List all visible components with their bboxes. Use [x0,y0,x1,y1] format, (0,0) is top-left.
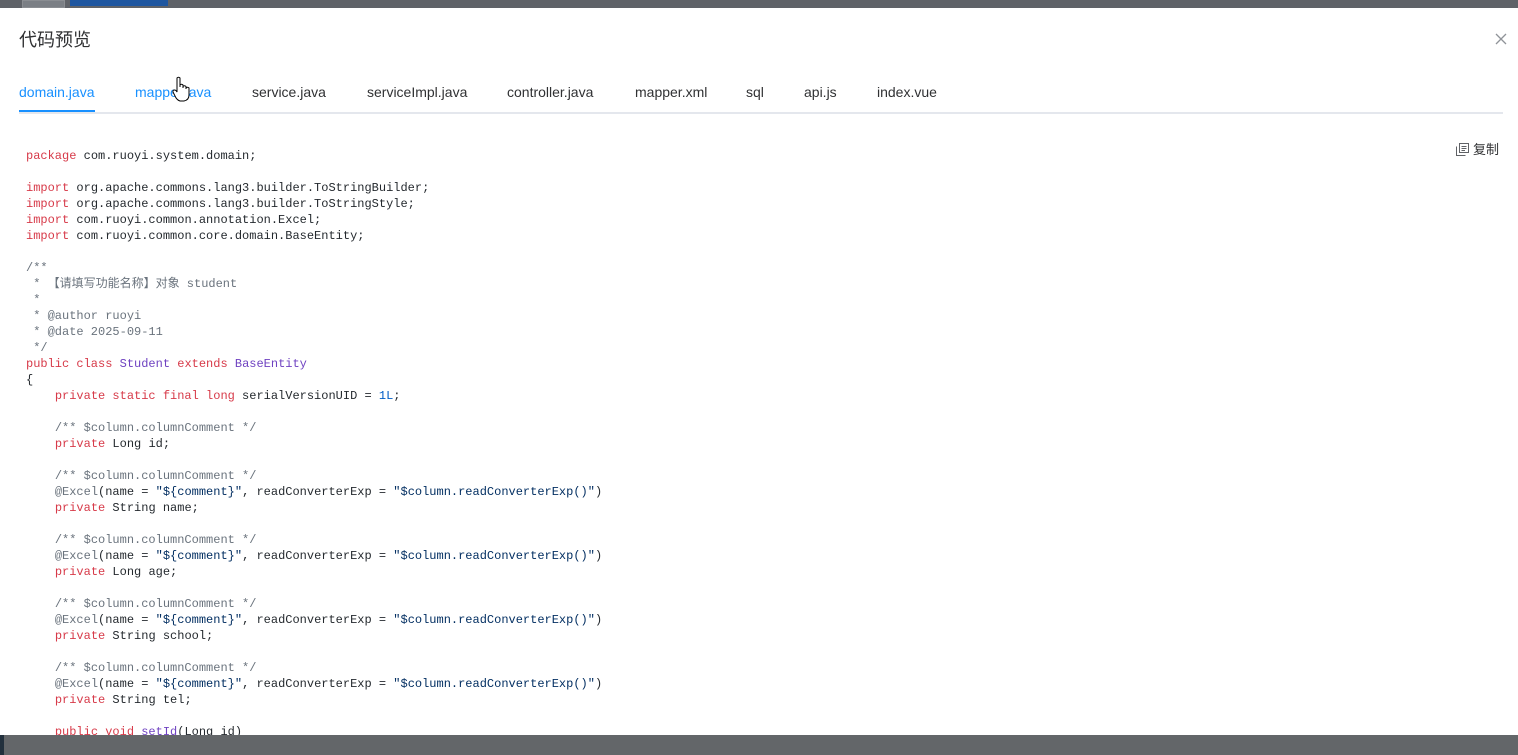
background-bottom-bar [0,735,1518,755]
code-keyword: import [26,181,70,195]
code-text: (name = [98,677,156,691]
code-string: "$column.readConverterExp()" [393,677,595,691]
code-text: (name = [98,549,156,563]
active-tab-indicator [19,110,95,112]
hand-pointer-icon [172,76,190,102]
code-comment: * @author ruoyi [26,309,142,323]
code-comment: /** [26,261,48,275]
code-number: 1L [378,389,394,403]
code-text: String school; [105,629,214,643]
dialog-title: 代码预览 [19,30,91,50]
code-text: ) [594,613,603,627]
code-preview-dialog: 代码预览 domain.java mapper.java service.jav… [0,8,1518,735]
code-text: org.apache.commons.lang3.builder.ToStrin… [69,197,415,211]
code-text: , readConverterExp = [242,485,394,499]
tab-index-vue[interactable]: index.vue [877,84,937,100]
code-text: , readConverterExp = [242,549,394,563]
code-string: "$column.readConverterExp()" [393,485,595,499]
code-comment: /** $column.columnComment */ [54,597,257,611]
close-icon[interactable] [1492,30,1510,48]
code-text: (name = [98,485,156,499]
code-annotation: @Excel [54,485,99,499]
tab-api-js[interactable]: api.js [804,84,837,100]
code-keyword: private [54,501,106,515]
code-text: ) [594,677,603,691]
code-text: com.ruoyi.system.domain; [76,149,257,163]
background-sidebar-edge-bottom [0,735,4,755]
code-keyword: private [54,565,106,579]
tab-serviceimpl-java[interactable]: serviceImpl.java [367,84,467,100]
code-comment: /** $column.columnComment */ [54,661,257,675]
tab-domain-java[interactable]: domain.java [19,84,95,100]
code-comment: /** $column.columnComment */ [54,421,257,435]
code-text: String tel; [105,693,192,707]
code-string: "$column.readConverterExp()" [393,549,595,563]
code-type: Student [119,357,171,371]
code-comment: */ [26,341,48,355]
code-keyword: private static final long [54,389,235,403]
background-active-tab-ghost [70,0,168,6]
code-keyword: public void [54,725,135,735]
code-text: { [26,373,34,387]
code-string: "${comment}" [155,677,243,691]
code-comment: /** $column.columnComment */ [54,469,257,483]
background-tab-ghost [22,0,65,8]
code-keyword: private [54,629,106,643]
file-tabs: domain.java mapper.java service.java ser… [19,74,1503,114]
code-text: org.apache.commons.lang3.builder.ToStrin… [69,181,430,195]
copy-label: 复制 [1473,142,1500,157]
tab-mapper-xml[interactable]: mapper.xml [635,84,707,100]
code-comment: * 【请填写功能名称】对象 student [26,277,238,291]
code-keyword: extends [177,357,228,371]
code-string: "$column.readConverterExp()" [393,613,595,627]
code-comment: /** $column.columnComment */ [54,533,257,547]
copy-icon [1456,143,1469,156]
code-annotation: @Excel [54,613,99,627]
code-annotation: @Excel [54,677,99,691]
code-string: "${comment}" [155,485,243,499]
tab-service-java[interactable]: service.java [252,84,326,100]
code-method: setId [141,725,178,735]
tab-controller-java[interactable]: controller.java [507,84,593,100]
code-block: package com.ruoyi.system.domain; import … [26,148,602,735]
code-annotation: @Excel [54,549,99,563]
code-text: , readConverterExp = [242,677,394,691]
code-keyword: public class [26,357,113,371]
code-comment: * @date 2025-09-11 [26,325,163,339]
code-text: ; [393,389,401,403]
code-string: "${comment}" [155,613,243,627]
code-text: Long age; [105,565,178,579]
code-string: "${comment}" [155,549,243,563]
code-keyword: import [26,197,70,211]
code-text: ) [594,549,603,563]
code-text: String name; [105,501,199,515]
code-keyword: private [54,693,106,707]
code-type: BaseEntity [234,357,307,371]
background-top-bar [0,0,1518,8]
copy-button[interactable]: 复制 [1456,142,1499,158]
code-text: (Long id) [177,725,243,735]
code-text: , readConverterExp = [242,613,394,627]
code-text: com.ruoyi.common.annotation.Excel; [69,213,322,227]
code-text: (name = [98,613,156,627]
tab-sql[interactable]: sql [746,84,764,100]
code-text: serialVersionUID = [234,389,379,403]
code-keyword: private [54,437,106,451]
code-comment: * [26,293,41,307]
code-text: com.ruoyi.common.core.domain.BaseEntity; [69,229,365,243]
code-keyword: import [26,229,70,243]
code-keyword: package [26,149,77,163]
code-keyword: import [26,213,70,227]
code-text: Long id; [105,437,171,451]
code-text: ) [594,485,603,499]
